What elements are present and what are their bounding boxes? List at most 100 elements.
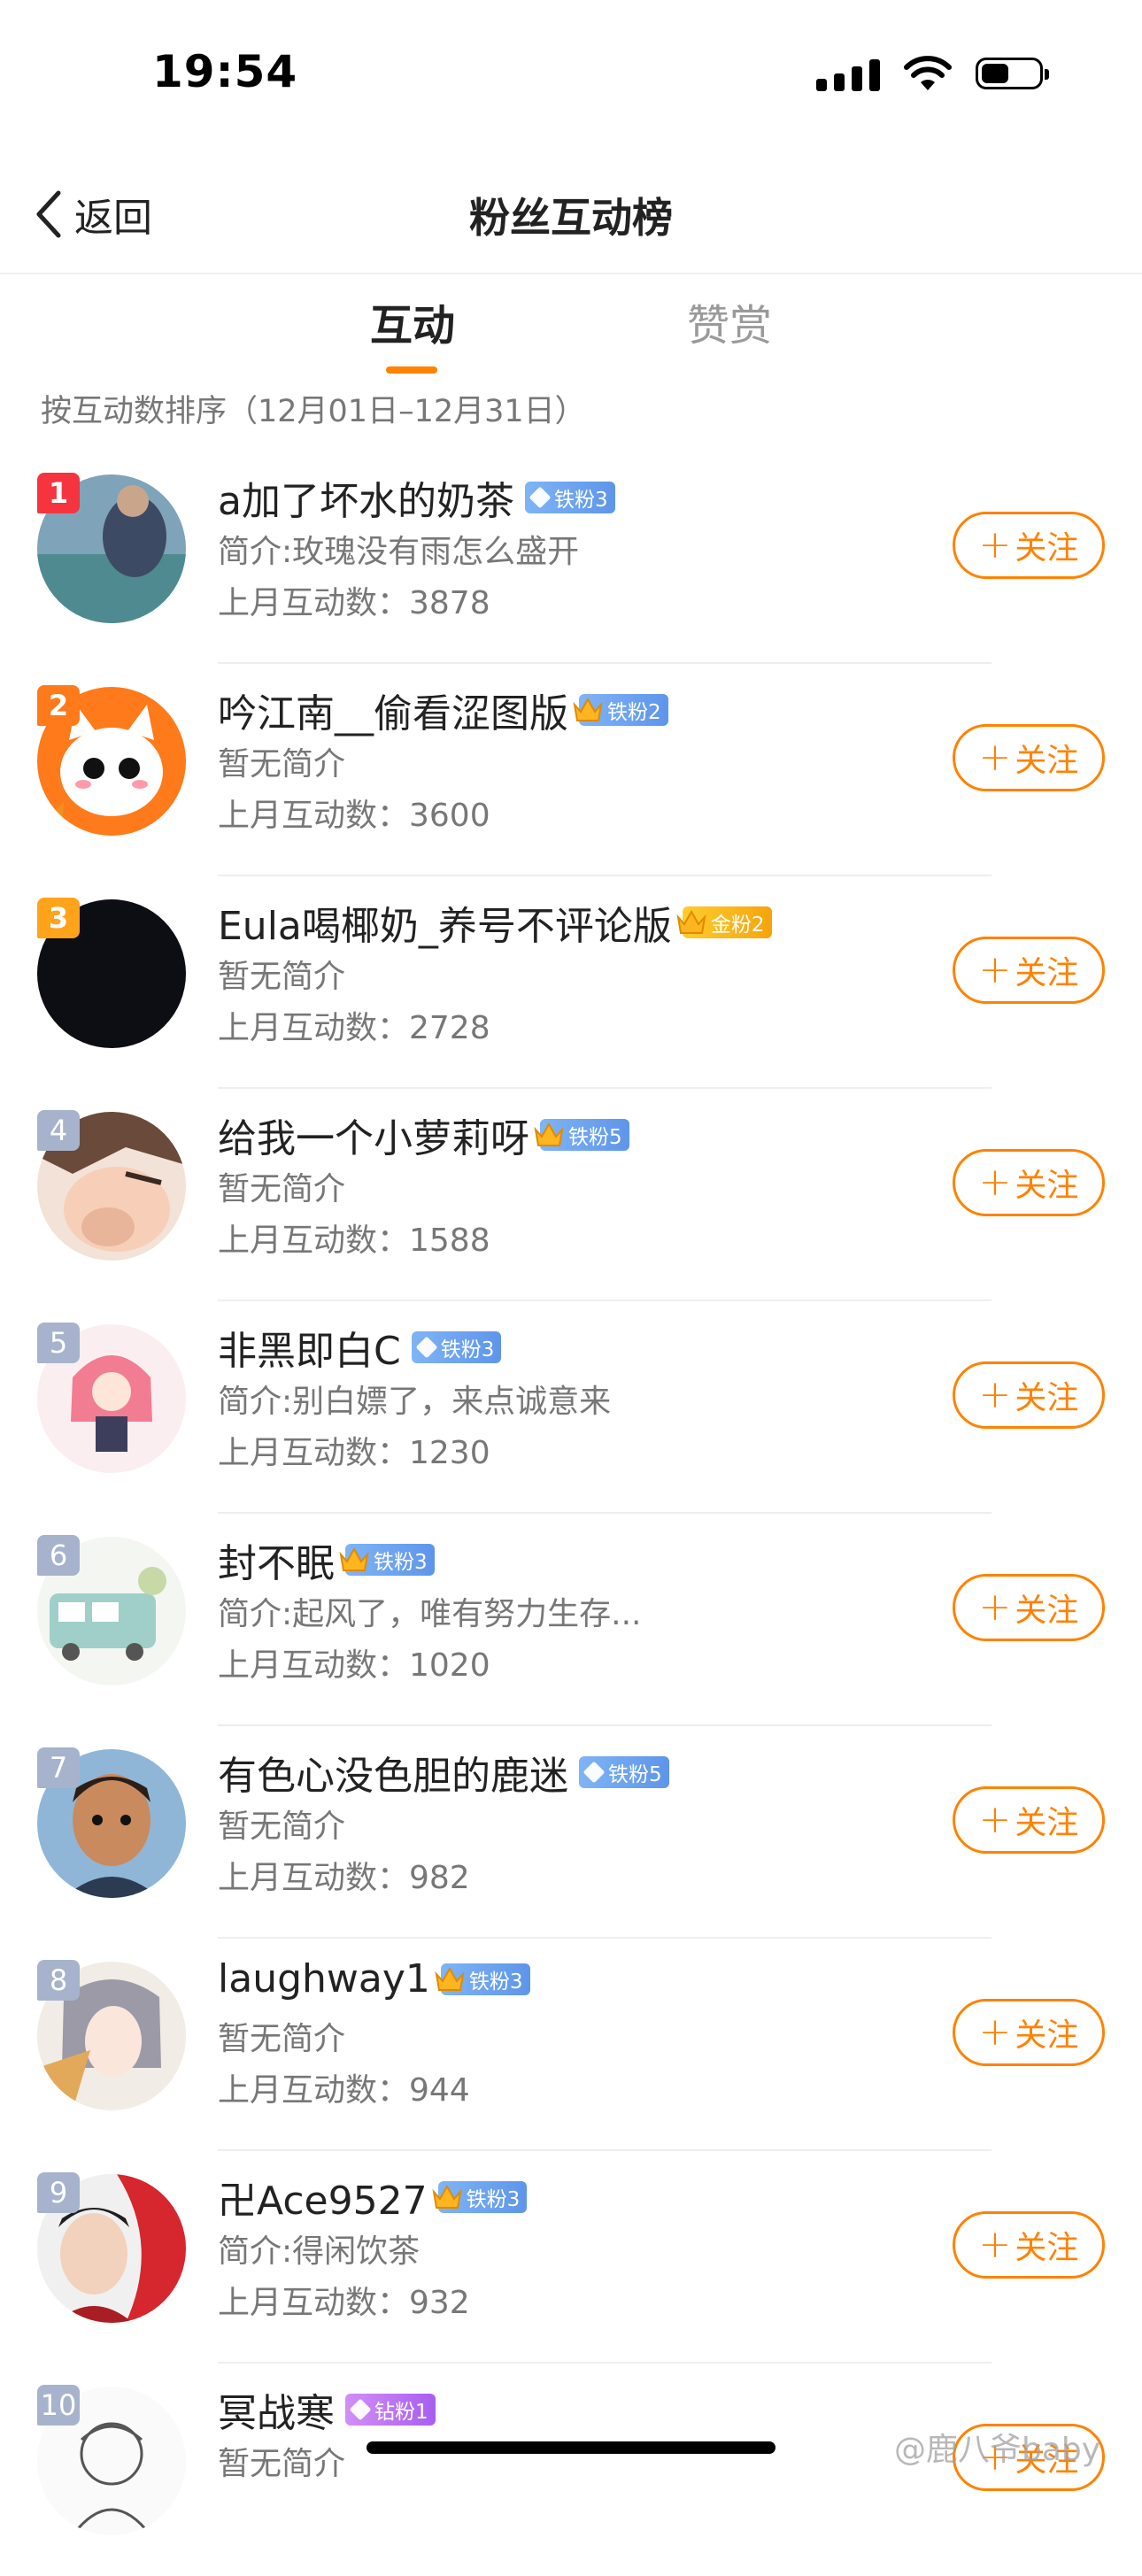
username[interactable]: a加了坏水的奶茶: [218, 469, 514, 526]
user-intro: 暂无简介: [218, 1171, 346, 1207]
username[interactable]: 冥战寒: [218, 2381, 335, 2438]
rank-badge: 7: [37, 1747, 80, 1788]
rank-badge: 4: [37, 1110, 80, 1151]
user-intro: 简介:起风了，唯有努力生存...: [218, 1596, 642, 1632]
status-icons: [816, 55, 1049, 92]
username[interactable]: Eula喝椰奶_养号不评论版: [218, 894, 672, 951]
fan-level-label: 铁粉3: [468, 1970, 523, 1994]
user-intro: 暂无简介: [218, 2446, 346, 2482]
active-tab-indicator: [386, 366, 437, 374]
fan-level-label: 铁粉3: [553, 489, 608, 512]
gem-icon: [583, 1761, 606, 1784]
fan-level-badge: 铁粉3: [432, 2181, 528, 2213]
follow-button[interactable]: + 关注: [953, 1786, 1105, 1854]
interaction-count: 上月互动数：3878: [218, 585, 490, 621]
plus-icon: +: [978, 735, 1012, 780]
fan-level-badge: 铁粉3: [411, 1331, 502, 1363]
fan-level-badge: 钻粉1: [345, 2394, 436, 2426]
follow-label: 关注: [1015, 1593, 1079, 1629]
follow-button[interactable]: + 关注: [953, 1149, 1105, 1216]
sort-description: 按互动数排序（12月01日–12月31日）: [41, 394, 586, 429]
list-item[interactable]: 9 卍Ace9527 铁粉3 简介:得闲饮茶 上月互动数：932 + 关注: [0, 2151, 1142, 2364]
interaction-count: 上月互动数：982: [218, 1860, 470, 1896]
fan-level-label: 铁粉5: [608, 1763, 662, 1786]
crown-icon: [339, 1546, 369, 1571]
interaction-count: 上月互动数：1020: [218, 1647, 490, 1684]
username[interactable]: 卍Ace9527: [218, 2169, 428, 2225]
user-intro: 简介:别白嫖了，来点诚意来: [218, 1384, 612, 1420]
interaction-count: 上月互动数：1588: [218, 1222, 490, 1259]
rank-badge: 6: [37, 1535, 80, 1576]
follow-label: 关注: [1015, 1168, 1079, 1204]
follow-button[interactable]: + 关注: [953, 937, 1105, 1004]
user-intro: 暂无简介: [218, 959, 346, 995]
follow-button[interactable]: + 关注: [953, 1574, 1105, 1641]
plus-icon: +: [978, 2222, 1012, 2267]
rank-badge: 3: [37, 898, 80, 938]
tab-interaction[interactable]: 互动: [370, 290, 455, 352]
user-intro: 暂无简介: [218, 746, 346, 783]
username[interactable]: 有色心没色胆的鹿迷: [218, 1744, 568, 1801]
rank-badge: 10: [37, 2385, 80, 2426]
interaction-count: 上月互动数：2728: [218, 1010, 490, 1046]
username[interactable]: 吟江南__偷看涩图版: [218, 682, 568, 738]
fan-level-label: 铁粉3: [466, 2188, 521, 2211]
watermark: @鹿八爷baby: [894, 2432, 1101, 2468]
follow-button[interactable]: + 关注: [953, 2211, 1105, 2279]
gem-icon: [415, 1336, 438, 1359]
interaction-count: 上月互动数：3600: [218, 798, 490, 834]
fan-level-label: 铁粉5: [568, 1126, 622, 1149]
follow-label: 关注: [1015, 1805, 1079, 1841]
follow-button[interactable]: + 关注: [953, 724, 1105, 791]
tab-reward[interactable]: 赞赏: [687, 290, 772, 352]
username[interactable]: 封不眠: [218, 1531, 335, 1588]
list-item[interactable]: 1 a加了坏水的奶茶 铁粉3 简介:玫瑰没有雨怎么盛开 上月互动数：3878 +…: [0, 451, 1142, 664]
rank-badge: 2: [37, 685, 80, 726]
follow-label: 关注: [1015, 743, 1079, 779]
follow-button[interactable]: + 关注: [953, 1361, 1105, 1429]
fan-level-badge: 铁粉5: [579, 1756, 669, 1788]
list-item[interactable]: 5 非黑即白C 铁粉3 简介:别白嫖了，来点诚意来 上月互动数：1230 + 关注: [0, 1301, 1142, 1514]
fan-level-label: 铁粉3: [440, 1338, 495, 1361]
fan-level-label: 铁粉2: [607, 701, 661, 724]
rank-badge: 9: [37, 2172, 80, 2213]
list-item[interactable]: 6 封不眠 铁粉3 简介:起风了，唯有努力生存... 上月互动数：1020 + 关…: [0, 1514, 1142, 1726]
fan-level-label: 钻粉1: [374, 2401, 428, 2424]
plus-icon: +: [978, 1160, 1012, 1205]
follow-label: 关注: [1015, 2230, 1079, 2266]
fan-level-badge: 铁粉3: [524, 482, 615, 513]
fan-level-label: 铁粉3: [374, 1551, 428, 1574]
wifi-icon: [904, 56, 952, 90]
list-item[interactable]: 7 有色心没色胆的鹿迷 铁粉5 暂无简介 上月互动数：982 + 关注: [0, 1726, 1142, 1939]
fan-level-label: 金粉2: [710, 914, 765, 937]
username[interactable]: laughway1: [218, 1956, 430, 2001]
list-item[interactable]: 4 给我一个小萝莉呀 铁粉5 暂无简介 上月互动数：1588 + 关注: [0, 1089, 1142, 1301]
fan-level-badge: 铁粉2: [573, 694, 668, 726]
home-indicator: [367, 2441, 775, 2454]
follow-button[interactable]: + 关注: [953, 512, 1105, 579]
follow-button[interactable]: + 关注: [953, 1999, 1105, 2066]
page-title: 粉丝互动榜: [469, 194, 673, 242]
crown-icon: [676, 909, 706, 934]
nav-bar: 返回 粉丝互动榜: [0, 150, 1142, 274]
user-intro: 暂无简介: [218, 2021, 346, 2057]
plus-icon: +: [978, 2009, 1012, 2055]
follow-label: 关注: [1015, 1380, 1079, 1416]
fan-level-badge: 铁粉5: [534, 1119, 629, 1151]
rank-badge: 1: [37, 473, 80, 513]
interaction-count: 上月互动数：944: [218, 2072, 470, 2109]
fan-ranking-list: 1 a加了坏水的奶茶 铁粉3 简介:玫瑰没有雨怎么盛开 上月互动数：3878 +…: [0, 451, 1142, 2576]
username[interactable]: 给我一个小萝莉呀: [218, 1107, 529, 1163]
crown-icon: [435, 1966, 465, 1991]
list-item[interactable]: 3 Eula喝椰奶_养号不评论版 金粉2 暂无简介 上月互动数：2728 + 关注: [0, 876, 1142, 1089]
crown-icon: [573, 697, 603, 721]
list-item[interactable]: 2 吟江南__偷看涩图版 铁粉2 暂无简介 上月互动数：3600 + 关注: [0, 664, 1142, 876]
plus-icon: +: [978, 1372, 1012, 1417]
username[interactable]: 非黑即白C: [218, 1319, 401, 1376]
fan-level-badge: 铁粉3: [435, 1963, 530, 1995]
list-item[interactable]: 8 laughway1 铁粉3 暂无简介 上月互动数：944 + 关注: [0, 1939, 1142, 2151]
crown-icon: [534, 1122, 564, 1146]
rank-badge: 8: [37, 1960, 80, 2001]
list-item[interactable]: 10 冥战寒 钻粉1 暂无简介 + 关注: [0, 2364, 1142, 2576]
status-bar: 19:54: [0, 0, 1142, 150]
